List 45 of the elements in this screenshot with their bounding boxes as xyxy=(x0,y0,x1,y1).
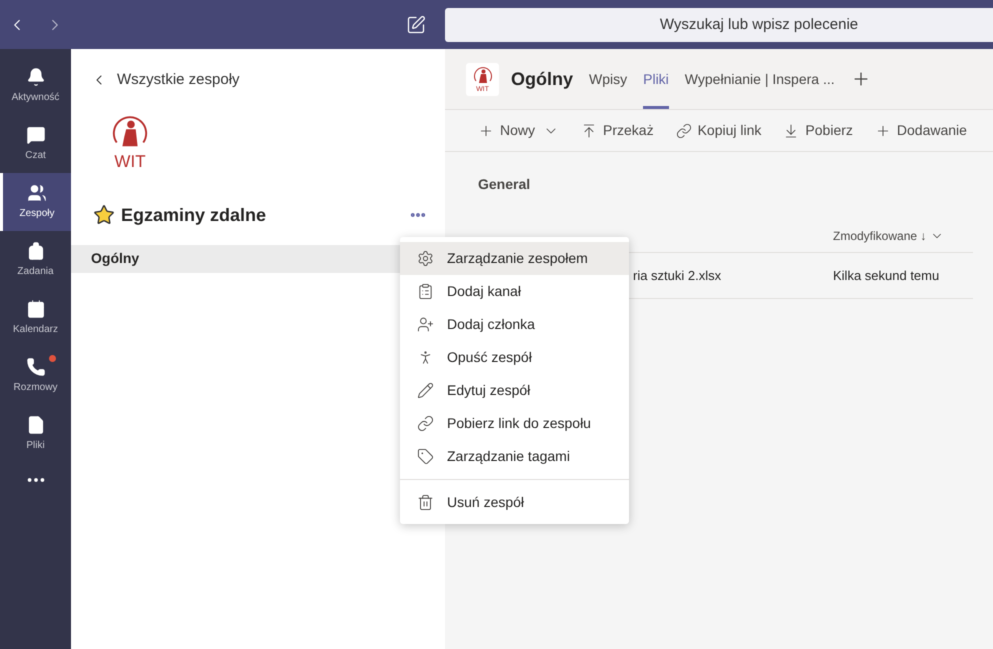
toolbar-button[interactable]: Kopiuj link xyxy=(676,120,762,141)
phone-icon xyxy=(26,357,46,377)
toolbar-button[interactable]: Pobierz xyxy=(783,120,853,141)
list-icon xyxy=(417,283,434,300)
link-icon xyxy=(417,415,434,432)
rail-item[interactable]: Zadania xyxy=(0,231,71,289)
tab[interactable]: Wpisy xyxy=(589,49,628,109)
pencil-icon xyxy=(417,382,434,399)
rail-item[interactable]: Aktywność xyxy=(0,57,71,115)
chat-icon xyxy=(26,125,46,145)
settings-icon xyxy=(417,250,434,267)
rail-item[interactable]: Pliki xyxy=(0,405,71,463)
search-field[interactable]: Wyszukaj lub wpisz polecenie xyxy=(445,8,993,42)
calendar-icon xyxy=(26,299,46,319)
rail-item[interactable]: Kalendarz xyxy=(0,289,71,347)
bell-icon xyxy=(26,67,46,87)
channel-title: Ogólny xyxy=(511,68,573,91)
team-logo: WIT xyxy=(107,114,153,170)
file-name: ria sztuki 2.xlsx xyxy=(633,266,722,285)
team-name: Egzaminy zdalne xyxy=(121,204,266,227)
compose-icon[interactable] xyxy=(406,14,426,34)
people-icon xyxy=(27,183,47,203)
column-header[interactable]: Zmodyfikowane ↓ xyxy=(833,226,953,244)
rail-item[interactable]: Rozmowy xyxy=(0,347,71,405)
menu-item[interactable]: Zarządzanie zespołem xyxy=(400,242,629,275)
folder-title: General xyxy=(478,175,532,194)
link-icon xyxy=(676,122,692,138)
person-plus-icon xyxy=(417,316,434,333)
tag-icon xyxy=(417,448,434,465)
menu-item[interactable]: Dodaj członka xyxy=(400,308,629,341)
menu-item[interactable]: Opuść zespół xyxy=(400,341,629,374)
menu-item[interactable]: Usuń zespół xyxy=(400,486,629,519)
rail-item[interactable]: Czat xyxy=(0,115,71,173)
menu-item[interactable]: Edytuj zespół xyxy=(400,374,629,407)
toolbar-button[interactable]: Dodawanie xyxy=(874,120,967,141)
menu-item[interactable]: Pobierz link do zespołu xyxy=(400,407,629,440)
rail-item[interactable]: Zespoły xyxy=(0,173,71,231)
modified-time: Kilka sekund temu xyxy=(833,266,940,285)
tab[interactable]: Wypełnianie | Inspera ... xyxy=(684,49,835,109)
back-link[interactable]: Wszystkie zespoły xyxy=(91,69,240,92)
tab[interactable]: Pliki xyxy=(643,49,669,109)
toolbar-button[interactable]: Nowy xyxy=(478,120,560,141)
menu-item[interactable]: Zarządzanie tagami xyxy=(400,440,629,473)
trash-icon xyxy=(417,494,434,511)
toolbar-button[interactable]: Przekaż xyxy=(581,120,654,141)
